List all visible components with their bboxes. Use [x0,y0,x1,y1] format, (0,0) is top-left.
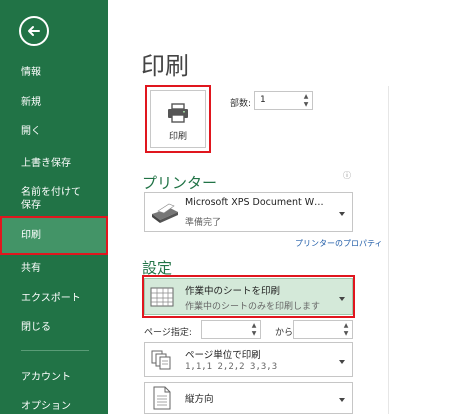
pages-label: ページ指定: [144,328,192,338]
preview-divider [388,86,389,414]
spin-up-icon[interactable]: ▲ [342,323,350,329]
backstage-sidebar: 情報 新規 開く 上書き保存 名前を付けて保存 印刷 共有 エクスポート 閉じる… [0,0,108,414]
spin-up-icon[interactable]: ▲ [302,94,310,100]
orientation-title: 縦方向 [185,394,214,405]
sidebar-item-account[interactable]: アカウント [0,371,108,384]
info-icon[interactable]: ⓘ [343,170,351,181]
printer-icon [168,102,188,123]
sidebar-item-options[interactable]: オプション [0,400,108,413]
spin-down-icon[interactable]: ▼ [342,331,350,337]
spin-up-icon[interactable]: ▲ [250,323,258,329]
sidebar-divider [21,350,89,351]
printer-dropdown[interactable]: Microsoft XPS Document W… 準備完了 [144,192,353,232]
printer-device-icon [152,203,178,223]
spin-down-icon[interactable]: ▼ [302,102,310,108]
sidebar-item-info[interactable]: 情報 [0,66,108,79]
sidebar-item-save-as[interactable]: 名前を付けて保存 [0,186,90,212]
print-backstage: 情報 新規 開く 上書き保存 名前を付けて保存 印刷 共有 エクスポート 閉じる… [0,0,458,414]
arrow-left-icon [28,26,40,36]
back-button[interactable] [19,16,49,46]
collated-pages-icon [151,350,171,369]
printer-status: 準備完了 [185,218,222,228]
sidebar-item-new[interactable]: 新規 [0,96,108,109]
highlight-box [142,275,355,318]
sidebar-item-save[interactable]: 上書き保存 [0,157,108,170]
print-panel: 印刷 印刷 部数: 1 ▲ ▼ プリンター ⓘ Microsoft XPS Do… [108,0,458,414]
highlight-box [0,216,108,255]
printer-properties-link[interactable]: プリンターのプロパティ [295,238,383,249]
sidebar-item-share[interactable]: 共有 [0,262,108,275]
orientation-dropdown[interactable]: 縦方向 [144,382,353,414]
sidebar-item-open[interactable]: 開く [0,125,108,138]
copies-input[interactable]: 1 ▲ ▼ [254,91,313,110]
collation-dropdown[interactable]: ページ単位で印刷 1,1,1 2,2,2 3,3,3 [144,342,353,377]
chevron-down-icon [339,398,345,402]
collation-subtitle: 1,1,1 2,2,2 3,3,3 [185,362,278,372]
copies-label: 部数: [230,99,252,109]
sidebar-item-close[interactable]: 閉じる [0,321,108,334]
page-to-input[interactable]: ▲ ▼ [293,320,353,339]
copies-value: 1 [260,95,266,105]
page-title: 印刷 [141,52,189,80]
portrait-page-icon [153,386,171,410]
chevron-down-icon [339,359,345,364]
page-from-input[interactable]: ▲ ▼ [201,320,261,339]
collation-title: ページ単位で印刷 [185,350,261,361]
sidebar-item-export[interactable]: エクスポート [0,292,108,305]
pages-to-label: から [275,328,294,338]
printer-name: Microsoft XPS Document W… [185,197,324,208]
print-button[interactable]: 印刷 [145,85,211,153]
chevron-down-icon [339,212,345,216]
printer-section-title: プリンター [142,174,218,192]
print-button-label: 印刷 [168,131,187,142]
spin-down-icon[interactable]: ▼ [250,331,258,337]
